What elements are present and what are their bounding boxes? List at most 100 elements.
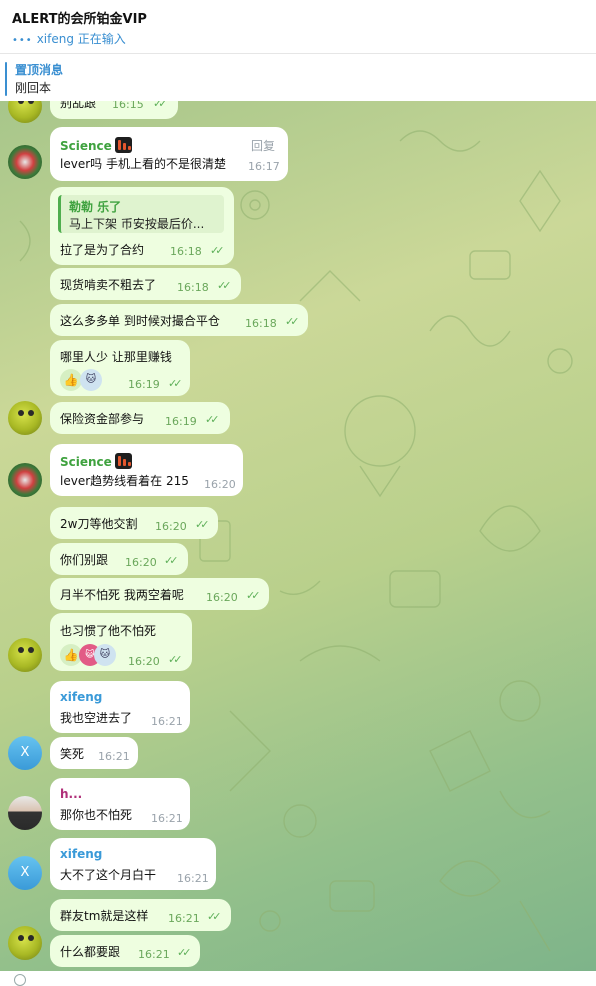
message-text: 也习惯了他不怕死 — [60, 624, 157, 638]
chat-title[interactable]: ALERT的会所铂金VIP — [12, 8, 147, 27]
message-bubble[interactable]: 保险资金部参与 16:19 ✓✓ — [50, 402, 230, 434]
sender-badge-icon — [114, 137, 132, 153]
message-bubble[interactable]: 群友tm就是这样 16:21 ✓✓ — [50, 899, 231, 931]
message-bubble[interactable]: Science 回复 lever吗 手机上看的不是很清楚 16:17 — [50, 127, 288, 181]
chat-header[interactable]: ALERT的会所铂金VIP ••• xifeng 正在输入 — [0, 0, 596, 54]
reply-quote[interactable]: 勒勒 乐了 马上下架 币安按最后价... — [58, 195, 224, 233]
message-text: 2w刀等他交割 — [60, 517, 138, 531]
quote-sender: 勒勒 乐了 — [69, 200, 122, 214]
reaction-cat-icon[interactable]: 🐱 — [80, 369, 102, 391]
message-time: 16:19 — [165, 415, 197, 428]
pinned-message-bar[interactable]: 置顶消息 刚回本 — [0, 55, 596, 101]
read-check-icon: ✓✓ — [207, 910, 222, 923]
message-text: 什么都要跟 — [60, 945, 121, 959]
message-text: lever趋势线看着在 215 — [60, 474, 189, 488]
message-bubble[interactable]: Science lever趋势线看着在 215 16:20 — [50, 444, 243, 496]
sender-name-text: Science — [60, 139, 112, 153]
message-bubble[interactable]: 笑死 16:21 — [50, 737, 138, 769]
message-bubble[interactable]: h... 那你也不怕死 16:21 — [50, 778, 190, 830]
message-time: 16:20 — [206, 591, 238, 604]
message-text: lever吗 手机上看的不是很清楚 — [60, 157, 226, 171]
read-check-icon: ✓✓ — [168, 377, 183, 390]
message-time: 16:20 — [125, 556, 157, 569]
reaction-thumbs-up-icon[interactable]: 👍 — [60, 369, 82, 391]
read-check-icon: ✓✓ — [210, 244, 225, 257]
avatar[interactable] — [8, 401, 42, 435]
message-time: 16:20 — [155, 520, 187, 533]
message-time: 16:18 — [170, 245, 202, 258]
message-bubble[interactable]: 你们别跟 16:20 ✓✓ — [50, 543, 188, 575]
typing-user: xifeng — [36, 32, 74, 46]
message-bubble[interactable]: 月半不怕死 我两空着呢 16:20 ✓✓ — [50, 578, 269, 610]
avatar[interactable]: X — [8, 856, 42, 890]
message-text: 哪里人少 让那里赚钱 — [60, 350, 172, 364]
message-text: 群友tm就是这样 — [60, 909, 149, 923]
message-bubble[interactable]: 也习惯了他不怕死 👍 😺 🐱 16:20 ✓✓ — [50, 613, 192, 671]
sender-name-text: Science — [60, 455, 112, 469]
message-bubble[interactable]: 哪里人少 让那里赚钱 👍 🐱 16:19 ✓✓ — [50, 340, 190, 396]
avatar[interactable] — [8, 463, 42, 497]
message-bubble[interactable]: 2w刀等他交割 16:20 ✓✓ — [50, 507, 218, 539]
message-text: 你们别跟 — [60, 553, 109, 567]
message-time: 16:21 — [138, 948, 170, 961]
avatar[interactable] — [8, 638, 42, 672]
message-text: 我也空进去了 — [60, 711, 133, 725]
message-text: 大不了这个月白干 — [60, 868, 157, 882]
sender-name: xifeng — [60, 847, 103, 861]
message-text: 现货啃卖不粗去了 — [60, 278, 157, 292]
reaction-cat-icon[interactable]: 🐱 — [94, 644, 116, 666]
pinned-text: 刚回本 — [15, 81, 52, 95]
read-check-icon: ✓✓ — [177, 946, 192, 959]
read-check-icon: ✓✓ — [285, 315, 300, 328]
sender-name: h... — [60, 787, 83, 801]
read-check-icon: ✓✓ — [195, 518, 210, 531]
sender-name: xifeng — [60, 690, 103, 704]
message-time: 16:15 — [112, 101, 144, 111]
read-check-icon: ✓✓ — [246, 589, 261, 602]
sender-name: Science — [60, 137, 132, 153]
message-text: 笑死 — [60, 747, 85, 761]
message-time: 16:21 — [168, 912, 200, 925]
message-bubble[interactable]: xifeng 大不了这个月白干 16:21 — [50, 838, 216, 890]
message-text: 这么多多单 到时候对撮合平仓 — [60, 314, 220, 328]
message-text: 月半不怕死 我两空着呢 — [60, 588, 184, 602]
message-bubble[interactable]: 现货啃卖不粗去了 16:18 ✓✓ — [50, 268, 241, 300]
sender-badge-icon — [114, 453, 132, 469]
message-time: 16:17 — [248, 160, 280, 173]
message-time: 16:21 — [151, 812, 183, 825]
message-text: 保险资金部参与 — [60, 412, 145, 426]
message-time: 16:20 — [204, 478, 236, 491]
typing-status: ••• xifeng 正在输入 — [12, 30, 126, 47]
message-text: 那你也不怕死 — [60, 808, 133, 822]
read-check-icon: ✓✓ — [168, 653, 183, 666]
emoji-icon[interactable] — [14, 974, 26, 986]
read-check-icon: ✓✓ — [205, 413, 220, 426]
message-text: 别乱跟 — [60, 101, 97, 110]
message-time: 16:18 — [245, 317, 277, 330]
reactions: 👍 🐱 — [60, 369, 110, 391]
message-bubble[interactable]: 勒勒 乐了 马上下架 币安按最后价... 拉了是为了合约 16:18 ✓✓ — [50, 187, 234, 265]
message-bubble[interactable]: 这么多多单 到时候对撮合平仓 16:18 ✓✓ — [50, 304, 308, 336]
avatar[interactable] — [8, 145, 42, 179]
read-check-icon: ✓✓ — [164, 554, 179, 567]
sender-name: Science — [60, 453, 132, 469]
avatar[interactable]: X — [8, 736, 42, 770]
message-time: 16:21 — [177, 872, 209, 885]
pinned-indicator — [5, 62, 7, 96]
message-bubble[interactable]: 别乱跟 16:15 ✓✓ — [50, 101, 178, 119]
quote-text: 马上下架 币安按最后价... — [69, 217, 205, 231]
reply-button[interactable]: 回复 — [251, 137, 275, 154]
message-list[interactable]: 别乱跟 16:15 ✓✓ Science 回复 lever吗 手机上看的不是很清… — [0, 101, 596, 971]
message-bubble[interactable]: xifeng 我也空进去了 16:21 — [50, 681, 190, 733]
message-text: 拉了是为了合约 — [60, 243, 145, 257]
read-check-icon: ✓✓ — [217, 279, 232, 292]
message-time: 16:18 — [177, 281, 209, 294]
avatar[interactable] — [8, 926, 42, 960]
message-bubble[interactable]: 什么都要跟 16:21 ✓✓ — [50, 935, 200, 967]
read-check-icon: ✓✓ — [153, 101, 168, 110]
message-composer[interactable] — [0, 971, 596, 986]
avatar[interactable] — [8, 796, 42, 830]
message-time: 16:20 — [128, 655, 160, 668]
typing-dots-icon: ••• — [12, 35, 33, 46]
pinned-title: 置顶消息 — [15, 63, 64, 77]
